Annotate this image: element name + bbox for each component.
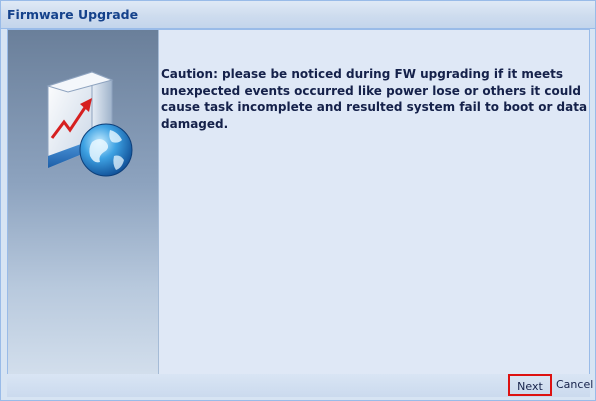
next-button[interactable]: Next bbox=[508, 374, 552, 396]
side-panel bbox=[8, 30, 159, 374]
content-panel: Caution: please be noticed during FW upg… bbox=[159, 30, 589, 374]
cancel-button[interactable]: Cancel bbox=[556, 376, 593, 394]
dialog-footer: Next Cancel bbox=[7, 374, 593, 397]
dialog-body: Caution: please be noticed during FW upg… bbox=[7, 29, 590, 375]
upgrade-box-globe-icon bbox=[46, 71, 133, 177]
dialog-title: Firmware Upgrade bbox=[7, 7, 139, 22]
firmware-upgrade-dialog: Firmware Upgrade Caution: please be noti… bbox=[0, 0, 596, 401]
dialog-titlebar[interactable]: Firmware Upgrade bbox=[1, 1, 595, 29]
caution-message: Caution: please be noticed during FW upg… bbox=[161, 67, 588, 131]
